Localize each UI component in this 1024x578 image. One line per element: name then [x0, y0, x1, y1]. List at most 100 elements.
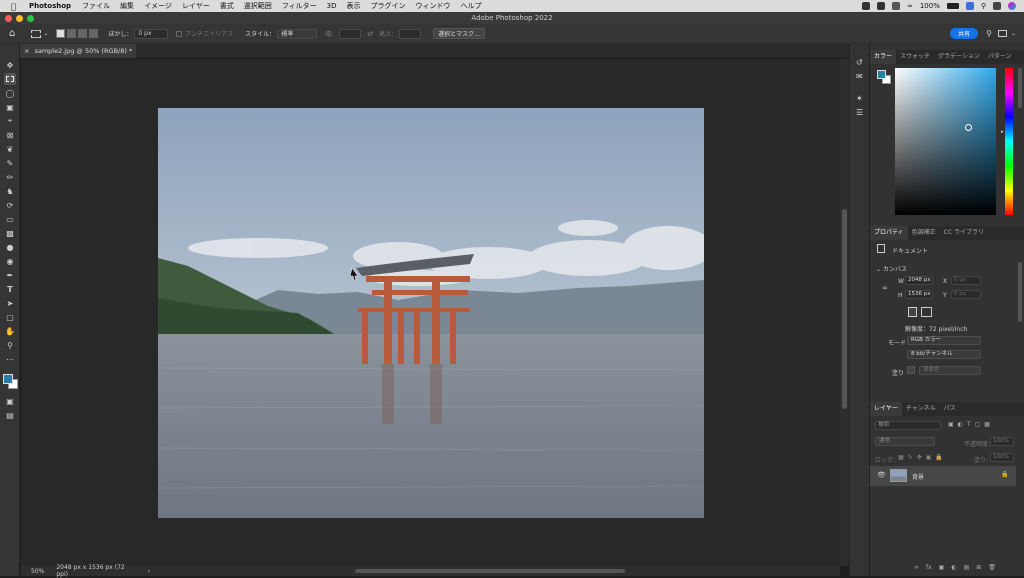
- tab-paths[interactable]: パス: [940, 402, 960, 416]
- brush-settings-icon[interactable]: ✶: [856, 94, 863, 103]
- lock-all-icon[interactable]: 🔒: [935, 454, 942, 461]
- link-icon[interactable]: ∞: [882, 284, 888, 292]
- chevron-down-icon[interactable]: ⌄: [43, 30, 48, 37]
- type-tool-icon[interactable]: T: [4, 283, 16, 295]
- layer-name[interactable]: 背景: [912, 472, 924, 481]
- healing-brush-tool-icon[interactable]: ✎: [4, 157, 16, 169]
- menu-view[interactable]: 表示: [346, 1, 360, 11]
- blur-tool-icon[interactable]: ●: [4, 241, 16, 253]
- dodge-tool-icon[interactable]: ◉: [4, 255, 16, 267]
- fx-icon[interactable]: fx: [926, 564, 932, 571]
- eye-icon[interactable]: 👁: [877, 471, 886, 479]
- quick-mask-icon[interactable]: ▣: [4, 395, 16, 407]
- canvas-x-input[interactable]: 0 px: [951, 276, 981, 285]
- new-layer-icon[interactable]: ⊞: [976, 564, 981, 571]
- frame-tool-icon[interactable]: ⊠: [4, 129, 16, 141]
- link-layers-icon[interactable]: ∞: [914, 564, 919, 571]
- home-icon[interactable]: ⌂: [9, 28, 15, 39]
- style-select[interactable]: 標準: [277, 28, 318, 39]
- height-input[interactable]: [399, 28, 422, 39]
- blend-mode-select[interactable]: 通常: [875, 437, 935, 446]
- lock-transparency-icon[interactable]: ▦: [898, 454, 904, 461]
- status-icon[interactable]: [876, 2, 885, 10]
- width-input[interactable]: [339, 28, 362, 39]
- search-icon[interactable]: ⚲: [981, 2, 986, 10]
- brush-tool-icon[interactable]: ✏: [4, 171, 16, 183]
- wifi-icon[interactable]: ≈: [907, 2, 913, 10]
- tab-properties[interactable]: プロパティ: [870, 226, 908, 240]
- mode-select[interactable]: RGB カラー: [907, 336, 981, 345]
- menu-file[interactable]: ファイル: [82, 1, 110, 11]
- app-menu[interactable]: Photoshop: [29, 2, 71, 10]
- document-image[interactable]: [158, 108, 704, 518]
- eraser-tool-icon[interactable]: ▭: [4, 213, 16, 225]
- panel-scroll-thumb[interactable]: [1018, 262, 1022, 322]
- comments-icon[interactable]: ✉: [856, 72, 863, 81]
- hue-slider[interactable]: [1005, 68, 1013, 215]
- pen-tool-icon[interactable]: ✒: [4, 269, 16, 281]
- color-field[interactable]: [895, 68, 996, 215]
- search-icon[interactable]: ⚲: [986, 29, 992, 38]
- marquee-tool-icon[interactable]: [4, 73, 16, 85]
- tab-patterns[interactable]: パターン: [984, 50, 1016, 64]
- close-tab-icon[interactable]: ×: [24, 47, 29, 55]
- adjustment-layer-icon[interactable]: ◐: [951, 564, 956, 571]
- canvas-height-input[interactable]: 1536 px: [905, 290, 933, 299]
- lock-artboard-icon[interactable]: ▣: [926, 454, 932, 461]
- lock-icon[interactable]: 🔒: [1001, 471, 1008, 478]
- hue-slider-handle[interactable]: ▸: [1001, 129, 1004, 135]
- history-icon[interactable]: ↺: [856, 58, 863, 67]
- type-filter-icon[interactable]: T: [967, 421, 971, 428]
- canvas-width-input[interactable]: 2048 px: [905, 276, 933, 285]
- minimize-window-button[interactable]: [16, 15, 23, 22]
- add-selection-icon[interactable]: [67, 29, 77, 38]
- color-picker-ring[interactable]: [965, 124, 972, 131]
- group-icon[interactable]: ▤: [964, 564, 970, 571]
- history-brush-tool-icon[interactable]: ⟳: [4, 199, 16, 211]
- menu-edit[interactable]: 編集: [120, 1, 134, 11]
- shape-filter-icon[interactable]: ▢: [975, 421, 981, 428]
- control-center-icon[interactable]: [993, 2, 1001, 10]
- feather-input[interactable]: 0 px: [134, 28, 169, 39]
- fill-select[interactable]: 背景色: [919, 366, 981, 375]
- share-button[interactable]: 共有: [950, 28, 979, 39]
- scroll-thumb[interactable]: [355, 569, 625, 573]
- path-select-tool-icon[interactable]: ➤: [4, 297, 16, 309]
- close-window-button[interactable]: [5, 15, 12, 22]
- trash-icon[interactable]: 🗑: [988, 564, 996, 571]
- crop-tool-icon[interactable]: ⌖: [4, 115, 16, 127]
- hand-tool-icon[interactable]: ✋: [4, 325, 16, 337]
- workspace-icon[interactable]: [997, 30, 1007, 37]
- zoom-level[interactable]: 50%: [31, 568, 44, 575]
- antialias-checkbox[interactable]: [176, 30, 183, 37]
- portrait-orientation-icon[interactable]: [908, 307, 917, 317]
- menu-3d[interactable]: 3D: [327, 2, 337, 10]
- menu-plugins[interactable]: プラグイン: [370, 1, 405, 11]
- move-tool-icon[interactable]: ✥: [4, 59, 16, 71]
- opacity-input[interactable]: 100%: [990, 437, 1014, 446]
- menu-layer[interactable]: レイヤー: [182, 1, 210, 11]
- layer-row[interactable]: 👁 背景 🔒: [870, 466, 1016, 486]
- menu-image[interactable]: イメージ: [144, 1, 172, 11]
- app-icon[interactable]: [965, 2, 974, 10]
- menu-help[interactable]: ヘルプ: [460, 1, 481, 11]
- menu-window[interactable]: ウィンドウ: [415, 1, 450, 11]
- status-icon[interactable]: [861, 2, 870, 10]
- bit-depth-select[interactable]: 8 bit/チャンネル: [907, 350, 981, 359]
- gradient-tool-icon[interactable]: ▩: [4, 227, 16, 239]
- battery-icon[interactable]: [946, 3, 959, 9]
- apple-icon[interactable]: : [11, 2, 21, 11]
- menu-select[interactable]: 選択範囲: [244, 1, 272, 11]
- siri-icon[interactable]: [1008, 2, 1016, 10]
- fill-swatch[interactable]: [907, 366, 915, 374]
- select-and-mask-button[interactable]: 選択とマスク...: [433, 28, 485, 39]
- screen-mode-icon[interactable]: ▤: [4, 409, 16, 421]
- scroll-thumb[interactable]: [842, 209, 847, 409]
- add-mask-icon[interactable]: ▣: [939, 564, 945, 571]
- tab-channels[interactable]: チャンネル: [902, 402, 940, 416]
- layer-filter-select[interactable]: 種類: [875, 421, 941, 430]
- lock-pixels-icon[interactable]: ✎: [908, 454, 913, 461]
- zoom-tool-icon[interactable]: ⚲: [4, 339, 16, 351]
- chevron-right-icon[interactable]: ›: [148, 568, 150, 575]
- intersect-selection-icon[interactable]: [89, 29, 99, 38]
